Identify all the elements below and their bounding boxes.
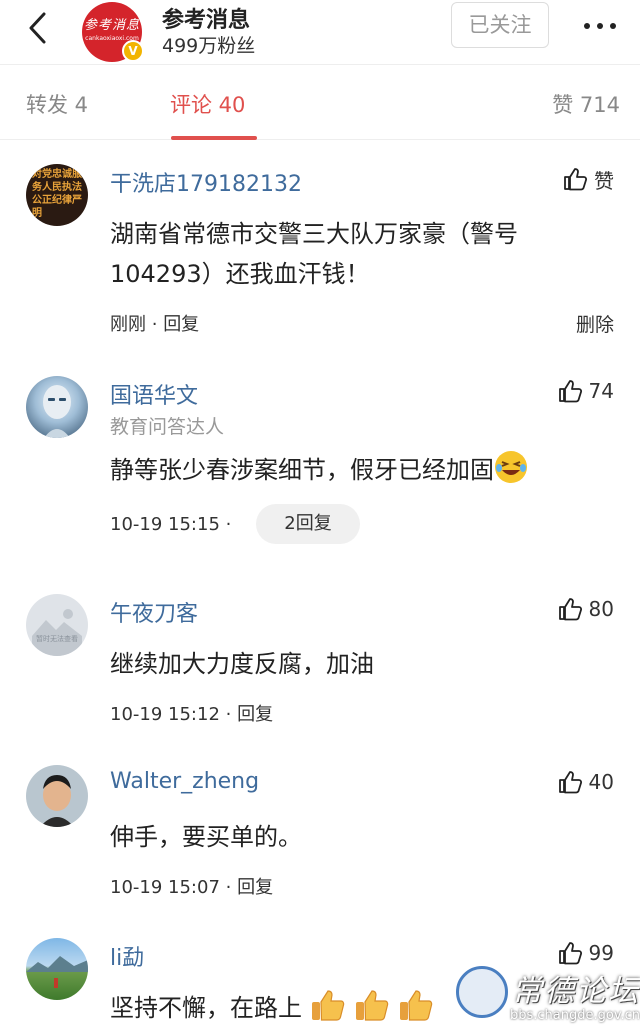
verified-badge-icon: V	[122, 40, 144, 62]
more-options-button[interactable]	[580, 10, 620, 40]
comment-item: Walter_zheng 40 伸手，要买单的。 10-19 15:07 · 回…	[0, 745, 640, 920]
fans-count: 499万粉丝	[162, 35, 256, 57]
tab-likes[interactable]: 赞 714	[552, 89, 620, 119]
thumbs-up-icon	[558, 771, 582, 794]
commenter-name[interactable]: Walter_zheng	[110, 769, 259, 794]
robot-face-icon	[43, 385, 71, 438]
commenter-avatar[interactable]: 对党忠诚服务人民执法公正纪律严明	[26, 164, 88, 226]
like-button[interactable]: 赞	[562, 164, 614, 194]
commenter-name[interactable]: 午夜刀客	[110, 596, 198, 628]
person-photo-icon	[40, 775, 74, 827]
meta-separator: ·	[225, 704, 238, 725]
comment-text: 坚持不懈，在路上	[110, 994, 302, 1022]
comment-meta: 10-19 15:12 · 回复	[110, 700, 273, 726]
image-placeholder-icon	[32, 609, 82, 656]
commenter-title: 教育问答达人	[110, 416, 225, 438]
commenter-avatar[interactable]	[26, 765, 88, 827]
comment-meta: 10-19 15:15 ·	[110, 514, 231, 535]
comment-time: 10-19 15:15	[110, 514, 220, 535]
thumbs-up-icon	[564, 168, 588, 191]
meta-separator: ·	[225, 514, 232, 535]
reply-button[interactable]: 回复	[237, 704, 273, 725]
commenter-avatar[interactable]	[26, 376, 88, 438]
commenter-name[interactable]: 干洗店179182132	[110, 166, 302, 198]
comment-text: 静等张少春涉案细节，假牙已经加固	[110, 456, 494, 484]
comment-item: 对党忠诚服务人民执法公正纪律严明 干洗店179182132 赞 湖南省常德市交警…	[0, 140, 640, 350]
avatar-caption: 暂时无法查看	[36, 635, 78, 643]
like-label: 赞	[594, 168, 614, 193]
thumbs-up-emoji-icon	[356, 990, 389, 1021]
comment-time: 10-19 15:07	[110, 877, 220, 898]
commenter-avatar[interactable]	[26, 938, 88, 1000]
comment-time: 10-19 15:12	[110, 704, 220, 725]
more-dot-icon	[597, 23, 603, 29]
comment-text: 伸手，要买单的。	[110, 823, 302, 851]
tab-reposts[interactable]: 转发 4	[26, 89, 88, 119]
thumbs-up-emoji-icon	[312, 990, 345, 1021]
avatar-slogan: 对党忠诚服务人民执法公正纪律严明	[32, 169, 82, 219]
like-count: 99	[588, 941, 614, 965]
chevron-left-icon	[29, 12, 46, 44]
account-avatar[interactable]: 参考消息 cankaoxiaoxi.com V	[82, 2, 144, 62]
thumbs-up-icon	[558, 942, 582, 965]
back-button[interactable]	[22, 8, 58, 48]
forum-watermark: 常德论坛 bbs.changde.gov.cn	[456, 966, 640, 1030]
commenter-name[interactable]: 国语华文	[110, 378, 198, 410]
like-count: 74	[588, 379, 614, 403]
comment-item: 暂时无法查看 午夜刀客 80 继续加大力度反腐，加油 10-19 15:12 ·…	[0, 570, 640, 745]
top-bar: 参考消息 cankaoxiaoxi.com V 参考消息 499万粉丝 已关注	[0, 0, 640, 64]
landscape-photo-icon	[26, 956, 88, 988]
more-dot-icon	[610, 23, 616, 29]
watermark-seal-icon	[456, 966, 508, 1018]
follow-button[interactable]: 已关注	[451, 2, 549, 48]
comment-text: 继续加大力度反腐，加油	[110, 650, 374, 678]
like-count: 80	[588, 597, 614, 621]
account-name[interactable]: 参考消息	[162, 2, 250, 34]
laughing-tears-emoji-icon	[495, 451, 527, 483]
reply-button[interactable]: 回复	[163, 314, 199, 335]
view-replies-button[interactable]: 2回复	[256, 504, 360, 544]
like-count: 40	[588, 770, 614, 794]
comment-text: 湖南省常德市交警三大队万家豪（警号104293）还我血汗钱！	[110, 220, 518, 288]
watermark-title: 常德论坛	[512, 974, 640, 1009]
thumbs-up-emoji-icon	[400, 990, 433, 1021]
tab-bar: 转发 4 评论 40 赞 714	[0, 64, 640, 140]
reply-button[interactable]: 回复	[237, 877, 273, 898]
like-button[interactable]: 99	[557, 938, 614, 968]
meta-separator: ·	[151, 314, 164, 335]
thumbs-up-icon	[558, 598, 582, 621]
comment-text-row: 静等张少春涉案细节，假牙已经加固	[110, 450, 620, 490]
meta-separator: ·	[225, 877, 238, 898]
more-dot-icon	[584, 23, 590, 29]
like-button[interactable]: 40	[557, 767, 614, 797]
commenter-name[interactable]: li勐	[110, 940, 144, 972]
comment-item: 国语华文 教育问答达人 74 静等张少春涉案细节，假牙已经加固 10-19 15…	[0, 350, 640, 570]
like-button[interactable]: 74	[557, 376, 614, 406]
delete-button[interactable]: 删除	[576, 310, 614, 337]
tab-comments[interactable]: 评论 40	[170, 89, 245, 119]
watermark-url: bbs.changde.gov.cn	[510, 1008, 640, 1023]
thumbs-up-icon	[558, 380, 582, 403]
comment-meta: 10-19 15:07 · 回复	[110, 873, 273, 899]
commenter-avatar[interactable]: 暂时无法查看	[26, 594, 88, 656]
comment-meta: 刚刚 · 回复	[110, 310, 199, 336]
account-logo-text: 参考消息	[83, 18, 140, 33]
comment-time: 刚刚	[110, 314, 146, 335]
like-button[interactable]: 80	[557, 594, 614, 624]
